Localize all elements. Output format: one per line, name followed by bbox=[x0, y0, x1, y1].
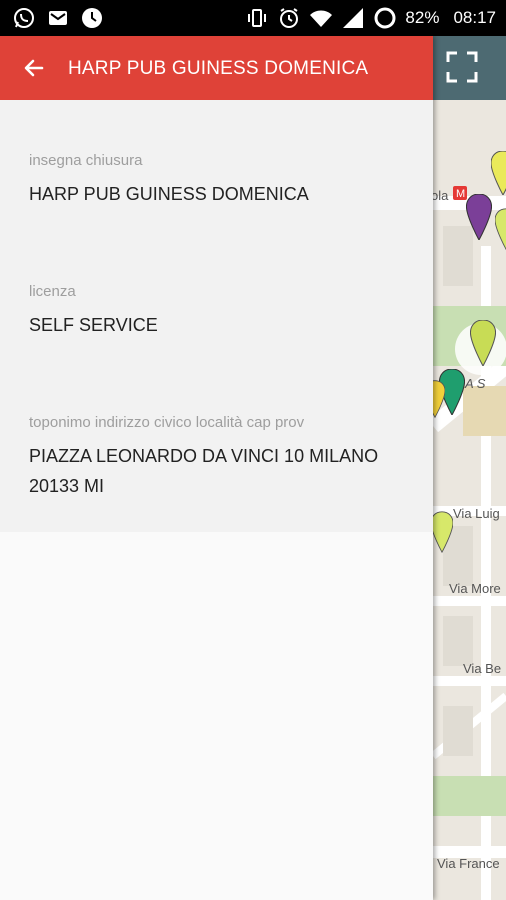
page-title: HARP PUB GUINESS DOMENICA bbox=[68, 58, 369, 79]
map-marker-lime[interactable] bbox=[470, 320, 496, 366]
battery-icon bbox=[374, 7, 396, 29]
map-marker-purple[interactable] bbox=[466, 194, 492, 240]
alarm-icon bbox=[280, 8, 299, 28]
map-marker-lime[interactable] bbox=[433, 510, 453, 554]
vibrate-icon bbox=[248, 9, 267, 27]
svg-text:M: M bbox=[456, 188, 465, 200]
field-label-indirizzo: toponimo indirizzo civico località cap p… bbox=[29, 414, 305, 431]
field-value-indirizzo: PIAZZA LEONARDO DA VINCI 10 MILANO 20133… bbox=[29, 446, 379, 496]
fullscreen-icon[interactable] bbox=[445, 50, 479, 84]
map-view[interactable]: M ola A S Via Luig Via More Via Be Via F… bbox=[433, 36, 506, 900]
wifi-icon bbox=[310, 10, 333, 27]
field-value-licenza: SELF SERVICE bbox=[29, 315, 158, 335]
detail-drawer: HARP PUB GUINESS DOMENICA insegna chiusu… bbox=[0, 36, 433, 900]
map-label: A S bbox=[465, 376, 486, 391]
map-label: ola bbox=[433, 188, 449, 203]
clock-time: 08:17 bbox=[453, 8, 496, 27]
map-marker-yellow[interactable] bbox=[491, 151, 506, 195]
signal-icon bbox=[343, 8, 364, 28]
clock-app-icon bbox=[82, 8, 102, 28]
map-label: Via France bbox=[437, 856, 500, 871]
battery-percent: 82% bbox=[405, 8, 440, 27]
mail-icon bbox=[49, 11, 67, 25]
app-bar: HARP PUB GUINESS DOMENICA bbox=[0, 36, 433, 100]
whatsapp-icon bbox=[14, 8, 34, 28]
map-label: Via Luig bbox=[453, 506, 500, 521]
field-label-licenza: licenza bbox=[29, 283, 76, 300]
map-label: Via Be bbox=[463, 661, 502, 676]
field-label-insegna: insegna chiusura bbox=[29, 152, 143, 169]
map-marker-yellow[interactable] bbox=[433, 379, 445, 419]
details-card: insegna chiusura HARP PUB GUINESS DOMENI… bbox=[0, 100, 433, 532]
status-bar: 82% 08:17 bbox=[0, 0, 506, 36]
field-value-insegna: HARP PUB GUINESS DOMENICA bbox=[29, 184, 309, 204]
map-marker-lime[interactable] bbox=[495, 208, 506, 250]
map-label: Via More bbox=[449, 581, 501, 596]
back-button[interactable] bbox=[18, 52, 50, 84]
arrow-back-icon bbox=[24, 59, 44, 77]
